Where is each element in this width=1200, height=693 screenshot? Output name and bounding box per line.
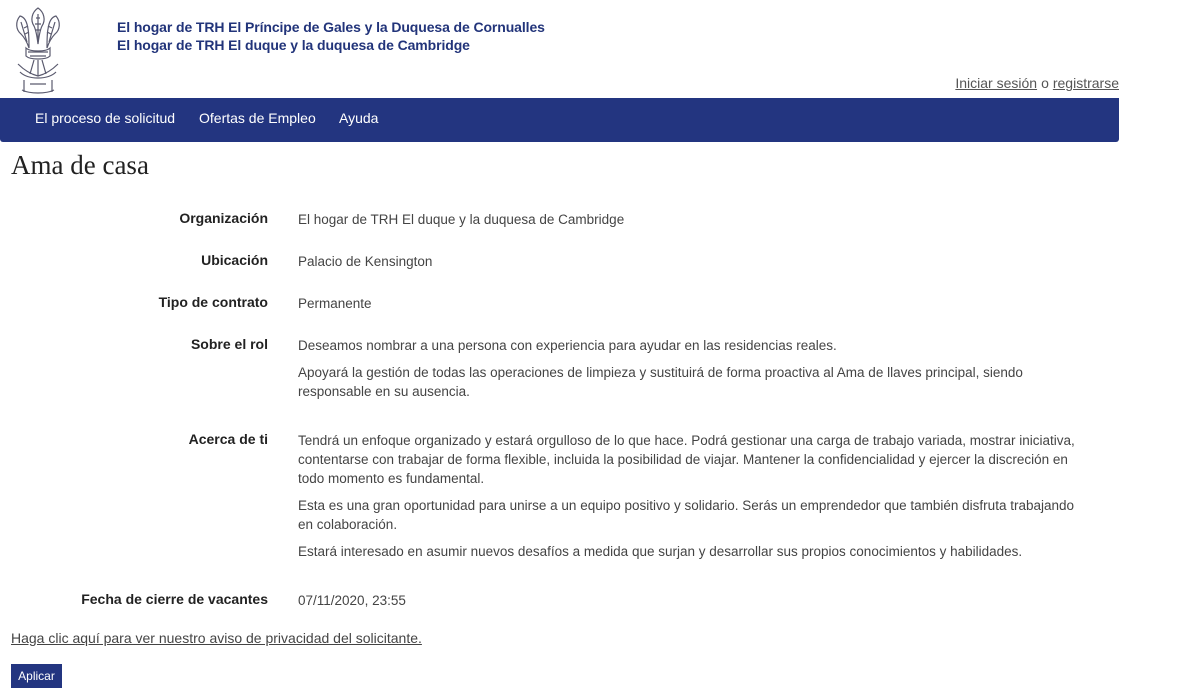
page-title: Ama de casa — [11, 150, 149, 180]
about-you-paragraph: Tendrá un enfoque organizado y estará or… — [298, 433, 1075, 486]
main-nav: El proceso de solicitud Ofertas de Emple… — [0, 98, 1119, 142]
house-title-cambridge: El hogar de TRH El duque y la duquesa de… — [117, 37, 470, 53]
location-label: Ubicación — [201, 252, 268, 268]
role-paragraph: Deseamos nombrar a una persona con exper… — [298, 338, 837, 353]
role-paragraph: Apoyará la gestión de todas las operacio… — [298, 365, 1023, 399]
nav-item-application-process[interactable]: El proceso de solicitud — [35, 110, 175, 126]
prince-of-wales-feathers-crest-icon — [16, 7, 60, 94]
privacy-notice-link[interactable]: Haga clic aquí para ver nuestro aviso de… — [11, 630, 422, 646]
about-you-label: Acerca de ti — [188, 431, 268, 447]
organization-label: Organización — [179, 210, 268, 226]
contract-value: Permanente — [298, 296, 372, 311]
login-link[interactable]: Iniciar sesión — [955, 75, 1037, 91]
auth-links: Iniciar sesión o registrarse — [955, 75, 1119, 91]
house-title-wales: El hogar de TRH El Príncipe de Gales y l… — [117, 19, 545, 35]
nav-item-job-offers[interactable]: Ofertas de Empleo — [199, 110, 316, 126]
house-titles: El hogar de TRH El Príncipe de Gales y l… — [117, 18, 545, 54]
register-link[interactable]: registrarse — [1053, 75, 1119, 91]
closing-date-label: Fecha de cierre de vacantes — [81, 591, 268, 607]
about-you-description: Tendrá un enfoque organizado y estará or… — [298, 431, 1078, 569]
auth-separator: o — [1041, 75, 1049, 91]
about-you-paragraph: Esta es una gran oportunidad para unirse… — [298, 498, 1074, 532]
role-description: Deseamos nombrar a una persona con exper… — [298, 336, 1078, 409]
role-label: Sobre el rol — [190, 336, 268, 352]
about-you-paragraph: Estará interesado en asumir nuevos desaf… — [298, 544, 1023, 559]
contract-label: Tipo de contrato — [158, 294, 268, 310]
location-value: Palacio de Kensington — [298, 254, 433, 269]
site-header: El hogar de TRH El Príncipe de Gales y l… — [0, 0, 1200, 98]
nav-item-help[interactable]: Ayuda — [339, 110, 378, 126]
apply-button[interactable]: Aplicar — [11, 664, 62, 688]
organization-value: El hogar de TRH El duque y la duquesa de… — [298, 212, 625, 227]
closing-date-value: 07/11/2020, 23:55 — [298, 593, 406, 608]
